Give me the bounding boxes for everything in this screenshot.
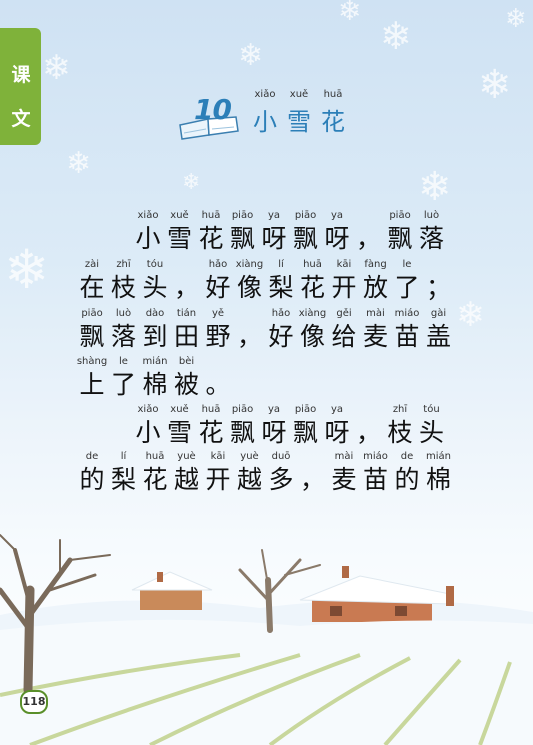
hanzi: 了	[110, 370, 136, 399]
hanzi: 在	[79, 273, 105, 302]
hanzi: 苗	[394, 322, 420, 351]
hanzi: 棉	[425, 465, 451, 494]
hanzi: 雪	[166, 418, 192, 447]
pinyin: gài	[430, 308, 447, 319]
textbook-page: ❄ ❄ ❄ ❄ ❄ ❄ ❄ ❄ ❄ ❄ ❄ 课 文 10 xiǎo xuě hu…	[0, 0, 533, 745]
hanzi: 好	[268, 322, 294, 351]
hanzi: 越	[236, 465, 262, 494]
hanzi: 麦	[331, 465, 357, 494]
hanzi: 枝	[387, 418, 413, 447]
snowflake-icon: ❄	[4, 238, 50, 301]
pinyin: luò	[423, 210, 440, 221]
hanzi: ，	[299, 465, 325, 494]
hanzi: ；	[425, 273, 451, 302]
hanzi: 落	[418, 224, 444, 253]
snowflake-icon: ❄	[238, 38, 264, 73]
hanzi: 落	[110, 322, 136, 351]
pinyin: mián	[426, 451, 451, 462]
hanzi: 多	[268, 465, 294, 494]
hanzi: 小	[135, 224, 161, 253]
hanzi: 呀	[324, 224, 350, 253]
hanzi: 。	[205, 370, 231, 399]
winter-field-illustration	[0, 534, 533, 745]
snowflake-icon: ❄	[338, 0, 362, 27]
hanzi: ，	[355, 224, 381, 253]
hanzi: 呀	[324, 418, 350, 447]
snowflake-icon: ❄	[42, 48, 71, 88]
pinyin	[415, 259, 463, 273]
section-tab: 课 文	[0, 28, 41, 145]
hanzi: 放	[362, 273, 388, 302]
hanzi: ，	[236, 322, 262, 351]
house-right	[299, 566, 454, 622]
section-tab-char: 文	[11, 108, 31, 130]
hanzi: 呀	[261, 224, 287, 253]
lesson-title-char: 花	[321, 108, 345, 136]
hanzi: 麦	[362, 322, 388, 351]
pinyin: tóu	[423, 404, 440, 415]
hanzi: 梨	[268, 273, 294, 302]
snowflake-icon: ❄	[478, 62, 512, 108]
hanzi: 飘	[292, 418, 318, 447]
snowflake-icon: ❄	[380, 14, 412, 58]
house-left	[131, 571, 213, 610]
section-tab-char: 课	[11, 64, 31, 86]
hanzi: 花	[299, 273, 325, 302]
hanzi: 呀	[261, 418, 287, 447]
hanzi: 给	[331, 322, 357, 351]
hanzi: 了	[394, 273, 420, 302]
title-pinyin: huā	[323, 89, 343, 100]
hanzi: 盖	[425, 322, 451, 351]
snowflake-icon: ❄	[505, 4, 527, 34]
hanzi: 枝	[110, 273, 136, 302]
hanzi: 越	[173, 465, 199, 494]
hanzi: 头	[142, 273, 168, 302]
hanzi: 像	[236, 273, 262, 302]
hanzi: 被	[173, 370, 199, 399]
text-char: tóu 头	[418, 404, 446, 448]
hanzi: 飘	[229, 224, 255, 253]
hanzi: 到	[142, 322, 168, 351]
hanzi: 的	[394, 465, 420, 494]
hanzi: 开	[205, 465, 231, 494]
page-number: 118	[20, 690, 48, 714]
hanzi: ，	[173, 273, 199, 302]
snowflake-icon: ❄	[418, 164, 452, 210]
hanzi: 的	[79, 465, 105, 494]
hanzi: ，	[355, 418, 381, 447]
hanzi: 飘	[292, 224, 318, 253]
text-char: luò 落	[418, 210, 446, 254]
hanzi: 雪	[166, 224, 192, 253]
hanzi: 好	[205, 273, 231, 302]
hanzi: 花	[198, 418, 224, 447]
hanzi: 上	[79, 370, 105, 399]
hanzi: 开	[331, 273, 357, 302]
text-char: gài 盖	[425, 308, 453, 352]
hanzi: 头	[418, 418, 444, 447]
hanzi: 田	[173, 322, 199, 351]
lesson-number: 10	[194, 93, 232, 126]
hanzi: 飘	[79, 322, 105, 351]
pinyin	[194, 356, 242, 370]
hanzi: 棉	[142, 370, 168, 399]
hanzi: 花	[198, 224, 224, 253]
hanzi: 飘	[229, 418, 255, 447]
snowflake-icon: ❄	[182, 170, 201, 195]
hanzi: 小	[135, 418, 161, 447]
text-char: 。	[204, 356, 232, 400]
hanzi: 像	[299, 322, 325, 351]
text-char: mián 棉	[425, 451, 453, 495]
hanzi: 梨	[110, 465, 136, 494]
snowflake-icon: ❄	[66, 146, 92, 181]
hanzi: 野	[205, 322, 231, 351]
text-char: ；	[425, 259, 453, 303]
hanzi: 飘	[387, 224, 413, 253]
hanzi: 苗	[362, 465, 388, 494]
hanzi: 花	[142, 465, 168, 494]
